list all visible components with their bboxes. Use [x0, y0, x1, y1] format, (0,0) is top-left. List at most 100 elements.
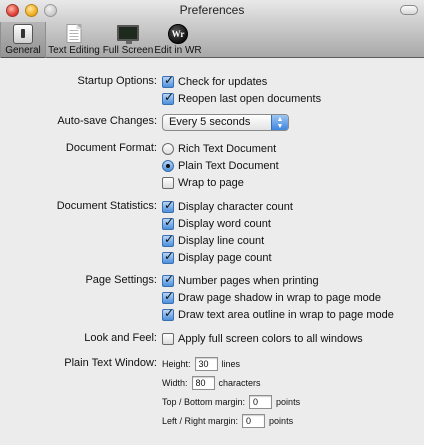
plain-text-option[interactable]: Plain Text Document	[162, 157, 279, 175]
startup-options-label: Startup Options:	[77, 75, 158, 87]
monitor-icon	[117, 25, 139, 44]
autosave-row: Auto-save Changes: Every 5 seconds ▲ ▼	[0, 113, 424, 131]
toolbar-toggle-button[interactable]	[400, 5, 418, 15]
reopen-docs-label: Reopen last open documents	[178, 93, 322, 105]
page-count-option[interactable]: Display page count	[162, 249, 272, 267]
page-shadow-checkbox[interactable]	[162, 289, 174, 304]
lr-margin-row: Left / Right margin: 0 points	[0, 412, 424, 430]
plain-text-row: Plain Text Document	[0, 157, 424, 175]
plain-window-label: Plain Text Window:	[64, 357, 157, 369]
autosave-label: Auto-save Changes:	[57, 115, 157, 127]
plain-text-label: Plain Text Document	[178, 160, 279, 172]
check-updates-checkbox[interactable]	[162, 73, 174, 88]
page-shadow-label: Draw page shadow in wrap to page mode	[178, 292, 382, 304]
plain-window-width-row: Width: 80 characters	[0, 374, 424, 392]
word-count-option[interactable]: Display word count	[162, 215, 271, 233]
word-count-row: Display word count	[0, 215, 424, 233]
tb-margin-label: Top / Bottom margin:	[162, 397, 246, 407]
look-feel-label: Look and Feel:	[84, 332, 157, 344]
plain-window-height-row: Plain Text Window: Height: 30 lines	[0, 355, 424, 373]
number-pages-label: Number pages when printing	[178, 275, 319, 287]
char-count-option[interactable]: Display character count	[162, 198, 293, 216]
text-outline-option[interactable]: Draw text area outline in wrap to page m…	[162, 306, 394, 324]
width-field[interactable]: 80	[191, 376, 215, 390]
rich-text-option[interactable]: Rich Text Document	[162, 140, 276, 158]
wrap-to-page-label: Wrap to page	[178, 177, 244, 189]
page-settings-label: Page Settings:	[85, 274, 157, 286]
text-outline-checkbox[interactable]	[162, 306, 174, 321]
tab-text-editing-label: Text Editing	[48, 45, 100, 56]
wrap-to-page-checkbox[interactable]	[162, 177, 174, 189]
word-count-checkbox[interactable]	[162, 215, 174, 230]
line-count-checkbox[interactable]	[162, 232, 174, 247]
page-count-checkbox[interactable]	[162, 249, 174, 264]
lr-margin-label: Left / Right margin:	[162, 416, 239, 426]
page-shadow-row: Draw page shadow in wrap to page mode	[0, 289, 424, 307]
text-outline-label: Draw text area outline in wrap to page m…	[178, 309, 394, 321]
line-count-option[interactable]: Display line count	[162, 232, 264, 250]
tb-margin-field[interactable]: 0	[249, 395, 273, 409]
general-switch-icon	[13, 24, 33, 44]
doc-stats-row: Document Statistics: Display character c…	[0, 198, 424, 216]
check-updates-option[interactable]: Check for updates	[162, 73, 267, 91]
reopen-docs-row: Reopen last open documents	[0, 90, 424, 108]
tab-general[interactable]: General	[0, 22, 46, 58]
general-pane: Startup Options: Check for updates Reope…	[0, 59, 424, 445]
width-unit: characters	[218, 378, 261, 388]
page-shadow-option[interactable]: Draw page shadow in wrap to page mode	[162, 289, 381, 307]
page-count-row: Display page count	[0, 249, 424, 267]
doc-format-row: Document Format: Rich Text Document	[0, 140, 424, 158]
plain-text-radio[interactable]	[162, 160, 174, 172]
doc-stats-label: Document Statistics:	[56, 200, 157, 212]
char-count-checkbox[interactable]	[162, 198, 174, 213]
startup-options-row: Startup Options: Check for updates	[0, 73, 424, 91]
title-bar: Preferences	[0, 0, 424, 22]
page-settings-row: Page Settings: Number pages when printin…	[0, 272, 424, 290]
tab-full-screen[interactable]: Full Screen	[102, 22, 154, 58]
page-count-label: Display page count	[178, 252, 272, 264]
autosave-popup[interactable]: Every 5 seconds ▲ ▼	[162, 113, 289, 131]
wr-icon: Wr	[168, 24, 188, 44]
height-unit: lines	[221, 359, 241, 369]
lr-margin-unit: points	[269, 416, 294, 426]
doc-format-label: Document Format:	[65, 142, 157, 154]
look-feel-row: Look and Feel: Apply full screen colors …	[0, 330, 424, 348]
line-count-label: Display line count	[178, 235, 265, 247]
reopen-docs-option[interactable]: Reopen last open documents	[162, 90, 321, 108]
tab-general-label: General	[5, 45, 41, 56]
text-outline-row: Draw text area outline in wrap to page m…	[0, 306, 424, 324]
wrap-to-page-option[interactable]: Wrap to page	[162, 174, 244, 192]
tab-text-editing[interactable]: Text Editing	[46, 22, 102, 58]
height-field[interactable]: 30	[194, 357, 218, 371]
minimize-window-button[interactable]	[25, 4, 38, 17]
close-window-button[interactable]	[6, 4, 19, 17]
tab-edit-in-wr-label: Edit in WR	[154, 45, 202, 56]
number-pages-option[interactable]: Number pages when printing	[162, 272, 319, 290]
tab-full-screen-label: Full Screen	[102, 45, 154, 56]
document-icon	[66, 24, 82, 43]
word-count-label: Display word count	[178, 218, 271, 230]
number-pages-checkbox[interactable]	[162, 272, 174, 287]
tb-margin-row: Top / Bottom margin: 0 points	[0, 393, 424, 411]
tb-margin-unit: points	[276, 397, 301, 407]
height-label: Height:	[162, 359, 191, 369]
reopen-docs-checkbox[interactable]	[162, 90, 174, 105]
zoom-window-button[interactable]	[44, 4, 57, 17]
fullscreen-colors-option[interactable]: Apply full screen colors to all windows	[162, 330, 363, 348]
char-count-label: Display character count	[178, 201, 293, 213]
rich-text-label: Rich Text Document	[178, 143, 277, 155]
window-title: Preferences	[179, 3, 245, 17]
check-updates-label: Check for updates	[178, 76, 268, 88]
wrap-to-page-row: Wrap to page	[0, 174, 424, 192]
fullscreen-colors-checkbox[interactable]	[162, 333, 174, 345]
preferences-window: Preferences General Text Editing Full Sc…	[0, 0, 424, 445]
preferences-toolbar: General Text Editing Full Screen Wr Edit…	[0, 22, 424, 58]
fullscreen-colors-label: Apply full screen colors to all windows	[178, 333, 363, 345]
line-count-row: Display line count	[0, 232, 424, 250]
lr-margin-field[interactable]: 0	[242, 414, 266, 428]
rich-text-radio[interactable]	[162, 143, 174, 155]
tab-edit-in-wr[interactable]: Wr Edit in WR	[154, 22, 202, 58]
popup-arrows-icon: ▲ ▼	[271, 114, 288, 130]
autosave-value: Every 5 seconds	[169, 115, 251, 128]
width-label: Width:	[162, 378, 188, 388]
